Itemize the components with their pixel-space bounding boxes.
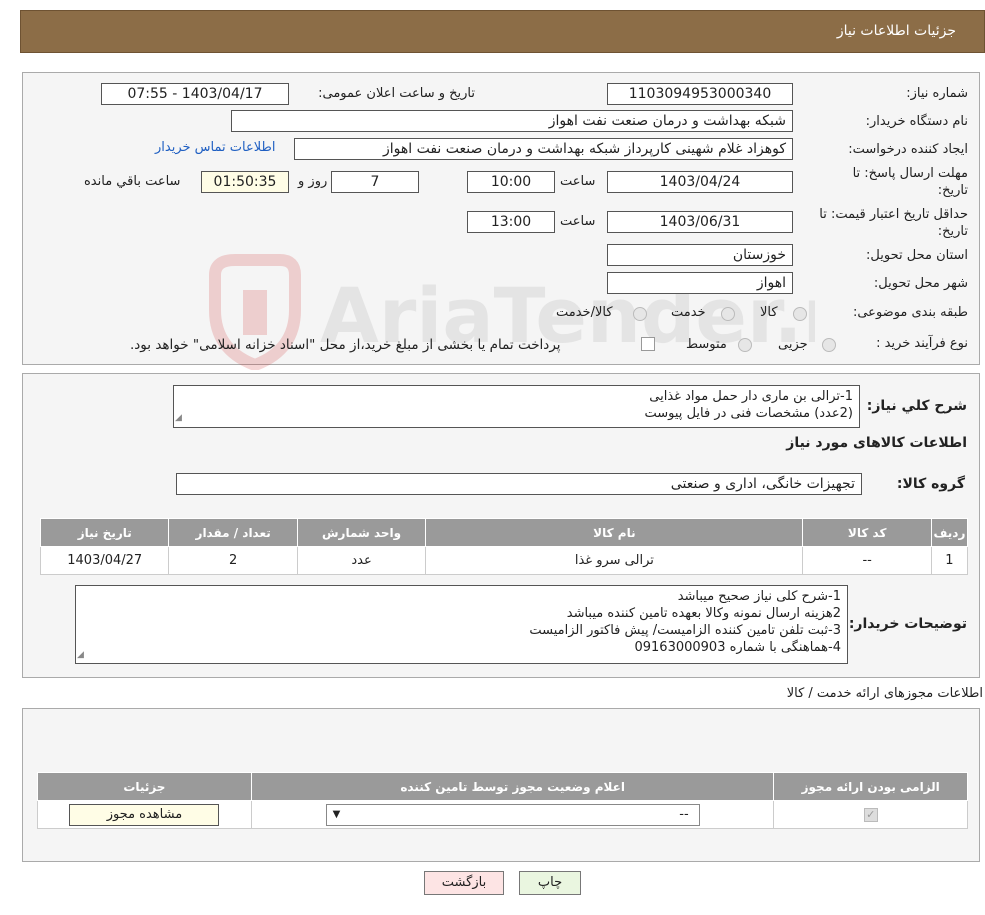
col-date: تاریخ نیاز — [39, 518, 170, 547]
deadline-label: مهلت ارسال پاسخ: تا — [852, 166, 968, 181]
cell-name: ترالی سرو غذا — [425, 546, 804, 575]
validity-time-field: 13:00 — [467, 211, 555, 233]
buyer-note-line-1: 1-شرح کلی نیاز صحیح میباشد — [677, 589, 841, 604]
chevron-down-icon: ▼ — [332, 808, 341, 820]
city-label: شهر محل تحویل: — [873, 276, 968, 291]
description-label: شرح کلي نیاز: — [866, 398, 967, 414]
validity-time-label: ساعت — [560, 214, 596, 229]
deadline-time-label: ساعت — [560, 174, 596, 189]
permit-status-select[interactable]: -- ▼ — [325, 803, 700, 826]
deadline-time-field: 10:00 — [467, 171, 555, 193]
creator-field: کوهزاد غلام شهینی کارپرداز شبکه بهداشت و… — [294, 138, 793, 160]
required-checkbox[interactable]: ✓ — [863, 808, 878, 822]
col-unit: واحد شمارش — [296, 518, 427, 547]
deadline-label-date: تاریخ: — [937, 183, 968, 198]
view-permit-button[interactable]: مشاهده مجوز — [69, 803, 220, 826]
permits-table: الزامی بودن ارائه مجوز اعلام وضعیت مجوز … — [37, 772, 968, 829]
province-label: استان محل تحویل: — [866, 248, 968, 263]
page-title: جزئیات اطلاعات نیاز — [836, 23, 956, 39]
need-number-label: شماره نیاز: — [906, 86, 968, 101]
category-option-goods: کالا — [760, 305, 778, 320]
cell-date: 1403/04/27 — [39, 546, 170, 575]
col-details: جزئیات — [37, 772, 252, 801]
cell-required: ✓ — [773, 800, 968, 829]
deadline-date-field: 1403/04/24 — [607, 171, 793, 193]
process-note: پرداخت تمام یا بخشی از مبلغ خرید،از محل … — [130, 337, 561, 353]
permit-status-value: -- — [679, 806, 689, 822]
resize-handle-icon: ◢ — [77, 650, 84, 660]
goods-table: ردیف کد کالا نام کالا واحد شمارش تعداد /… — [39, 518, 969, 575]
cell-row: 1 — [930, 546, 969, 575]
city-field: اهواز — [607, 272, 793, 294]
col-required: الزامی بودن ارائه مجوز — [773, 772, 968, 801]
goods-section-title: اطلاعات کالاهای مورد نیاز — [786, 435, 967, 451]
cell-details: مشاهده مجوز — [37, 800, 252, 829]
process-radio-minor[interactable] — [822, 338, 836, 352]
category-label: طبقه بندی موضوعی: — [852, 305, 968, 320]
back-button[interactable]: بازگشت — [424, 871, 504, 895]
cell-code: -- — [802, 546, 932, 575]
table-row: ✓ -- ▼ مشاهده مجوز — [37, 800, 968, 829]
validity-label-date: تاریخ: — [937, 224, 968, 239]
goods-group-label: گروه کالا: — [896, 476, 965, 492]
category-option-service: خدمت — [671, 305, 706, 320]
page-header: جزئیات اطلاعات نیاز — [20, 10, 985, 53]
buyer-field: شبکه بهداشت و درمان صنعت نفت اهواز — [231, 110, 793, 132]
category-radio-goods[interactable] — [793, 307, 807, 321]
category-option-both: کالا/خدمت — [556, 305, 613, 320]
buyer-note-line-3: 3-ثبت تلفن تامین کننده الزامیست/ پیش فاک… — [529, 623, 841, 638]
cell-qty: 2 — [168, 546, 298, 575]
process-label: نوع فرآیند خرید : — [876, 336, 968, 351]
days-field: 7 — [331, 171, 419, 193]
buyer-label: نام دستگاه خریدار: — [865, 114, 968, 129]
description-textarea[interactable]: 1-ترالی بن ماری دار حمل مواد غذایی (2عدد… — [173, 385, 860, 428]
contact-buyer-link[interactable]: اطلاعات تماس خریدار — [155, 140, 275, 155]
validity-label: حداقل تاریخ اعتبار قیمت: تا — [819, 207, 968, 222]
col-row: ردیف — [930, 518, 969, 547]
province-field: خوزستان — [607, 244, 793, 266]
buyer-note-line-4: 4-هماهنگی با شماره 09163000903 — [634, 640, 841, 655]
buyer-notes-textarea[interactable]: 1-شرح کلی نیاز صحیح میباشد 2هزینه ارسال … — [75, 585, 848, 664]
col-qty: تعداد / مقدار — [168, 518, 298, 547]
print-button[interactable]: چاپ — [519, 871, 581, 895]
goods-group-field: تجهیزات خانگی، اداری و صنعتی — [176, 473, 862, 495]
process-radio-medium[interactable] — [738, 338, 752, 352]
process-option-minor: جزیی — [778, 337, 808, 352]
days-label: روز و — [298, 174, 328, 189]
col-status: اعلام وضعیت مجوز توسط تامین کننده — [250, 772, 775, 801]
permits-section-title: اطلاعات مجوزهای ارائه خدمت / کالا — [786, 686, 983, 701]
table-row: 1 -- ترالی سرو غذا عدد 2 1403/04/27 — [39, 546, 969, 575]
description-line-2: (2عدد) مشخصات فنی در فایل پیوست — [644, 406, 853, 421]
resize-handle-icon: ◢ — [175, 413, 182, 423]
category-radio-service[interactable] — [721, 307, 735, 321]
remaining-label: ساعت باقي مانده — [84, 174, 181, 189]
cell-unit: عدد — [296, 546, 427, 575]
permits-table-header: الزامی بودن ارائه مجوز اعلام وضعیت مجوز … — [37, 772, 968, 801]
process-option-medium: متوسط — [686, 337, 727, 352]
creator-label: ایجاد کننده درخواست: — [848, 142, 968, 157]
description-line-1: 1-ترالی بن ماری دار حمل مواد غذایی — [649, 389, 853, 404]
remaining-time-field: 01:50:35 — [201, 171, 289, 193]
buyer-note-line-2: 2هزینه ارسال نمونه وکالا بعهده تامین کنن… — [566, 606, 841, 621]
col-name: نام کالا — [425, 518, 804, 547]
col-code: کد کالا — [802, 518, 932, 547]
need-number-field: 1103094953000340 — [607, 83, 793, 105]
category-radio-both[interactable] — [633, 307, 647, 321]
goods-table-header: ردیف کد کالا نام کالا واحد شمارش تعداد /… — [39, 518, 969, 547]
announce-label: تاریخ و ساعت اعلان عمومی: — [318, 86, 475, 101]
announce-field: 1403/04/17 - 07:55 — [101, 83, 289, 105]
cell-status: -- ▼ — [250, 800, 775, 829]
validity-date-field: 1403/06/31 — [607, 211, 793, 233]
treasury-checkbox[interactable] — [641, 337, 655, 351]
buyer-notes-label: توضیحات خریدار: — [848, 616, 967, 632]
